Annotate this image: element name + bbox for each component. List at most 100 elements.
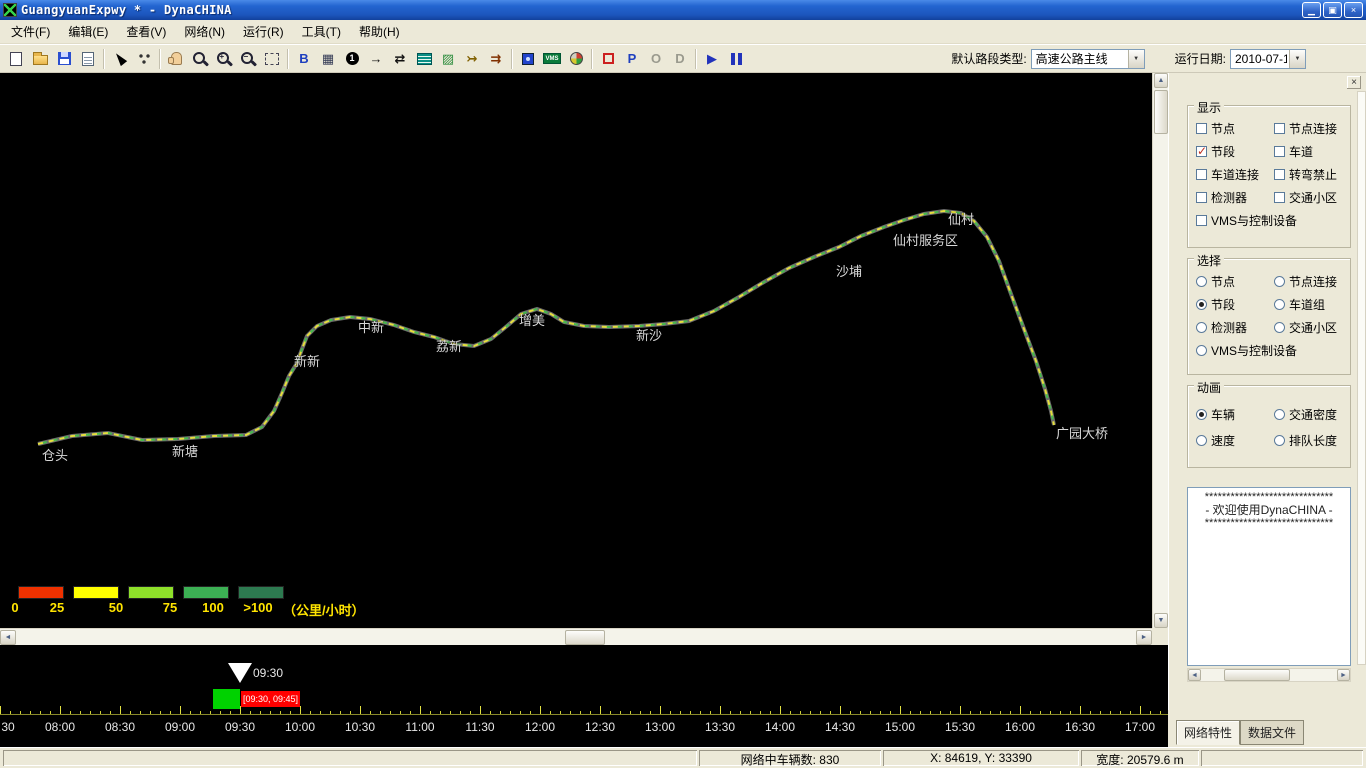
menu-network[interactable]: 网络(N) bbox=[175, 20, 234, 43]
scroll-right-icon[interactable]: ► bbox=[1136, 630, 1152, 645]
select-cursor-icon bbox=[112, 50, 128, 67]
label-zone: 交通小区 bbox=[1289, 191, 1338, 205]
menu-help[interactable]: 帮助(H) bbox=[350, 20, 409, 43]
zoom-window-button[interactable] bbox=[188, 47, 212, 70]
display-checkbox-turn-ban[interactable]: 转弯禁止 bbox=[1274, 168, 1348, 182]
animation-radio-density[interactable]: 交通密度 bbox=[1274, 408, 1348, 422]
save-button[interactable] bbox=[52, 47, 76, 70]
map-label: 广园大桥 bbox=[1056, 426, 1109, 441]
default-segment-type-combo[interactable]: 高速公路主线 ▼ bbox=[1030, 48, 1145, 69]
select-radio-node-link[interactable]: 节点连接 bbox=[1274, 275, 1348, 289]
select-radio-lane-group[interactable]: 车道组 bbox=[1274, 298, 1348, 312]
open-file-button[interactable] bbox=[28, 47, 52, 70]
message-listbox[interactable]: ****************************** - 欢迎使用Dyna… bbox=[1187, 487, 1351, 666]
label-node-link: 节点连接 bbox=[1289, 275, 1338, 289]
parking-icon: P bbox=[627, 51, 637, 66]
select-cursor-button[interactable] bbox=[108, 47, 132, 70]
panel-vertical-scrollbar[interactable] bbox=[1357, 91, 1366, 665]
timeline-playhead-icon[interactable] bbox=[228, 663, 252, 683]
display-checkbox-node-link[interactable]: 节点连接 bbox=[1274, 122, 1348, 136]
display-checkbox-lane[interactable]: 车道 bbox=[1274, 145, 1348, 159]
label-segment: 节段 bbox=[1211, 145, 1236, 159]
select-radio-segment[interactable]: 节段 bbox=[1196, 298, 1272, 312]
run-date-combo[interactable]: 2010-07-14 ▼ bbox=[1230, 48, 1306, 69]
add-two-way-link-button[interactable]: ⇄ bbox=[388, 47, 412, 70]
display-checkbox-segment[interactable]: 节段 bbox=[1196, 144, 1272, 159]
zoom-fit-button[interactable] bbox=[260, 47, 284, 70]
close-button[interactable]: × bbox=[1344, 2, 1363, 18]
chevron-down-icon[interactable]: ▼ bbox=[1127, 49, 1144, 68]
select-group: 选择 节点 节点连接 节段 车道组 检测器 交通小区 VMS与控制设备 bbox=[1187, 252, 1351, 375]
vms-button[interactable]: VMS bbox=[540, 47, 564, 70]
new-file-button[interactable] bbox=[4, 47, 28, 70]
select-radio-vms-devices[interactable]: VMS与控制设备 bbox=[1196, 344, 1348, 358]
signal-control-button[interactable] bbox=[564, 47, 588, 70]
display-checkbox-zone[interactable]: 交通小区 bbox=[1274, 191, 1348, 205]
parking-button[interactable]: P bbox=[620, 47, 644, 70]
map-hscroll-thumb[interactable] bbox=[565, 630, 605, 645]
add-node-button[interactable]: 1 bbox=[340, 47, 364, 70]
chevron-down-icon[interactable]: ▼ bbox=[1289, 49, 1305, 68]
origin-button[interactable]: O bbox=[644, 47, 668, 70]
menu-file[interactable]: 文件(F) bbox=[2, 20, 59, 43]
run-simulation-button[interactable]: ▶ bbox=[700, 47, 724, 70]
destination-button[interactable]: D bbox=[668, 47, 692, 70]
prohibit-button[interactable] bbox=[596, 47, 620, 70]
scroll-right-icon[interactable]: ► bbox=[1337, 669, 1350, 681]
map-canvas[interactable]: 仓头 新塘 新新 中新 荔新 增美 新沙 沙埔 仙村服务区 仙村 广园大桥 0 25 50 75 100 >1… bbox=[0, 73, 1152, 628]
display-checkbox-lane-link[interactable]: 车道连接 bbox=[1196, 168, 1272, 182]
zoom-in-button[interactable]: + bbox=[212, 47, 236, 70]
display-checkbox-node[interactable]: 节点 bbox=[1196, 122, 1272, 136]
animation-radio-vehicle[interactable]: 车辆 bbox=[1196, 408, 1272, 422]
select-radio-node[interactable]: 节点 bbox=[1196, 275, 1272, 289]
grid-button[interactable]: ▦ bbox=[316, 47, 340, 70]
edit-lanes-button[interactable] bbox=[412, 47, 436, 70]
display-checkbox-vms-devices[interactable]: VMS与控制设备 bbox=[1196, 214, 1348, 228]
map-label: 荔新 bbox=[436, 339, 463, 354]
animation-radio-speed[interactable]: 速度 bbox=[1196, 434, 1272, 448]
open-file-icon bbox=[32, 52, 48, 65]
zoom-out-button[interactable]: − bbox=[236, 47, 260, 70]
select-nodes-button[interactable] bbox=[132, 47, 156, 70]
restore-button[interactable]: ▣ bbox=[1323, 2, 1342, 18]
report-button[interactable] bbox=[76, 47, 100, 70]
add-turn-button[interactable]: ⇉ bbox=[484, 47, 508, 70]
scroll-left-icon[interactable]: ◄ bbox=[0, 630, 16, 645]
tab-network-properties[interactable]: 网络特性 bbox=[1176, 720, 1241, 745]
display-checkbox-detector[interactable]: 检测器 bbox=[1196, 191, 1272, 205]
radio-density bbox=[1274, 409, 1285, 420]
pause-simulation-button[interactable] bbox=[724, 47, 748, 70]
listbox-line: ****************************** bbox=[1204, 491, 1334, 503]
map-vscroll-thumb[interactable] bbox=[1154, 90, 1168, 134]
scroll-up-icon[interactable]: ▲ bbox=[1154, 73, 1168, 88]
edit-hatch-button[interactable]: ▨ bbox=[436, 47, 460, 70]
timeline[interactable]: 30 08:00 08:30 09:00 09:30 10:00 10:30 11:00 11:… bbox=[0, 645, 1168, 747]
menu-edit[interactable]: 编辑(E) bbox=[59, 20, 117, 43]
minimize-button[interactable]: ▁ bbox=[1302, 2, 1321, 18]
panel-hscroll-thumb[interactable] bbox=[1224, 669, 1290, 681]
map-horizontal-scrollbar[interactable]: ◄ ► bbox=[0, 628, 1152, 645]
animation-radio-queue-length[interactable]: 排队长度 bbox=[1274, 434, 1348, 448]
status-vehicle-count: 网络中车辆数: 830 bbox=[699, 750, 881, 766]
detector-button[interactable] bbox=[516, 47, 540, 70]
scroll-down-icon[interactable]: ▼ bbox=[1154, 613, 1168, 628]
link-style-button[interactable]: B bbox=[292, 47, 316, 70]
label-vms-devices: VMS与控制设备 bbox=[1211, 344, 1298, 358]
pan-button[interactable] bbox=[164, 47, 188, 70]
panel-close-button[interactable]: × bbox=[1347, 76, 1361, 89]
select-radio-detector[interactable]: 检测器 bbox=[1196, 321, 1272, 335]
tab-data-files[interactable]: 数据文件 bbox=[1240, 720, 1305, 745]
panel-horizontal-scrollbar[interactable]: ◄ ► bbox=[1187, 668, 1351, 682]
label-node: 节点 bbox=[1211, 275, 1236, 289]
toolbar: + − B ▦ 1 → ⇄ ▨ ↣ ⇉ VMS P O D ▶ 默认路段类型: 高速公路主线 ▼ 运行日期:… bbox=[0, 44, 1366, 73]
select-radio-zone[interactable]: 交通小区 bbox=[1274, 321, 1348, 335]
map-label: 新塘 bbox=[172, 444, 199, 459]
menu-run[interactable]: 运行(R) bbox=[234, 20, 293, 43]
add-link-button[interactable]: → bbox=[364, 47, 388, 70]
menu-view[interactable]: 查看(V) bbox=[117, 20, 175, 43]
map-vertical-scrollbar[interactable]: ▲ ▼ bbox=[1152, 73, 1168, 628]
add-connector-button[interactable]: ↣ bbox=[460, 47, 484, 70]
statusbar: 网络中车辆数: 830 X: 84619, Y: 33390 宽度: 20579.6… bbox=[0, 747, 1366, 768]
scroll-left-icon[interactable]: ◄ bbox=[1188, 669, 1201, 681]
menu-tools[interactable]: 工具(T) bbox=[293, 20, 350, 43]
